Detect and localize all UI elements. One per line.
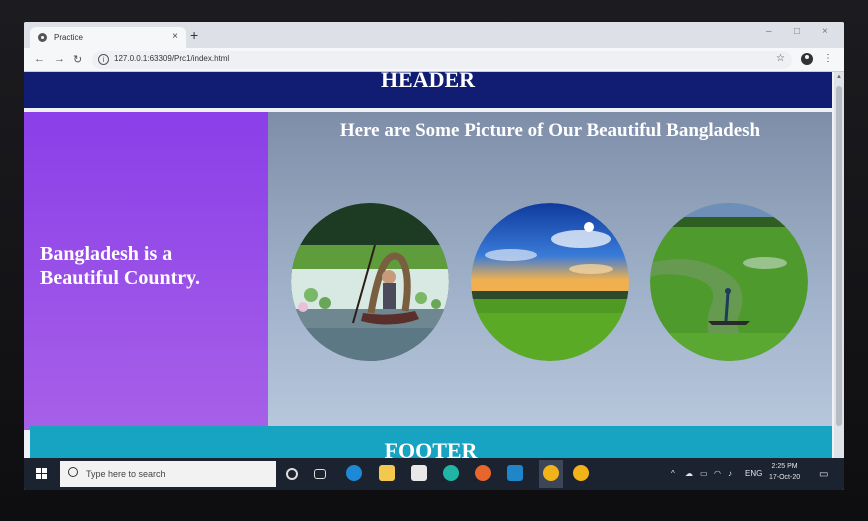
wifi-icon[interactable]: ◠ [714,469,721,478]
app-icon[interactable] [443,465,459,481]
windows-taskbar: Type here to search ^ ☁ ▭ ◠ ♪ ENG 2:25 P… [24,458,844,490]
vertical-scrollbar[interactable]: ▲ [834,72,844,458]
tab-close-button[interactable]: × [172,31,178,42]
language-indicator[interactable]: ENG [745,469,762,478]
task-view-icon[interactable] [314,469,326,479]
notification-icon[interactable]: ▭ [819,469,828,480]
windows-start-icon[interactable] [36,468,48,480]
profile-avatar-icon[interactable] [801,53,813,65]
chrome-icon[interactable] [543,465,559,481]
scrollbar-thumb[interactable] [836,86,842,426]
menu-kebab-icon[interactable]: ⋮ [823,53,833,64]
new-tab-button[interactable]: + [190,28,198,42]
clock[interactable]: 2:25 PM 17-Oct-20 [769,461,800,483]
info-icon[interactable]: i [98,54,109,65]
cortana-icon[interactable] [286,468,298,480]
page-footer: FOOTER [30,426,832,458]
onedrive-icon[interactable]: ☁ [685,469,693,478]
screen: Practice × + – □ × ← → ↻ i 127.0.0.1:633… [24,22,844,490]
url-text[interactable]: 127.0.0.1:63309/Prc1/index.html [114,54,229,63]
firefox-icon[interactable] [475,465,491,481]
minimize-button[interactable]: – [766,26,772,37]
tray-chevron-icon[interactable]: ^ [671,469,675,478]
sky-field-photo [471,203,629,361]
reload-icon[interactable]: ↻ [73,53,82,66]
main-title: Here are Some Picture of Our Beautiful B… [339,120,761,141]
battery-icon[interactable]: ▭ [700,469,708,478]
scroll-up-arrow-icon[interactable]: ▲ [836,74,842,80]
vscode-icon[interactable] [507,465,523,481]
back-arrow-icon[interactable]: ← [34,53,45,65]
page-viewport: HEADER Bangladesh is a Beautiful Country… [24,72,844,458]
main-section: Here are Some Picture of Our Beautiful B… [268,112,832,430]
file-explorer-icon[interactable] [379,465,395,481]
tab-strip: Practice × + – □ × [24,22,844,48]
tab-title: Practice [54,33,83,42]
river-field-photo [650,203,808,361]
clock-time: 2:25 PM [771,463,798,470]
edge-icon[interactable] [346,465,362,481]
page-header: HEADER [24,72,832,108]
globe-icon [38,33,47,42]
clock-date: 17-Oct-20 [769,474,801,481]
search-icon [68,467,78,477]
chrome-icon-2[interactable] [573,465,589,481]
left-sidebar: Bangladesh is a Beautiful Country. [24,112,268,430]
browser-toolbar: ← → ↻ i 127.0.0.1:63309/Prc1/index.html … [24,48,844,72]
browser-tab[interactable]: Practice × [30,27,186,48]
sidebar-text: Bangladesh is a Beautiful Country. [40,243,201,289]
monitor-bezel: Practice × + – □ × ← → ↻ i 127.0.0.1:633… [0,0,868,521]
volume-icon[interactable]: ♪ [728,469,732,478]
boat-lotus-photo [291,203,449,361]
store-icon[interactable] [411,465,427,481]
forward-arrow-icon[interactable]: → [54,53,65,65]
address-bar[interactable]: i 127.0.0.1:63309/Prc1/index.html [92,51,792,69]
maximize-button[interactable]: □ [794,26,800,37]
bookmark-star-icon[interactable]: ☆ [776,53,785,64]
search-placeholder[interactable]: Type here to search [86,469,166,479]
taskbar-search-box[interactable]: Type here to search [60,461,276,487]
close-window-button[interactable]: × [822,26,828,37]
